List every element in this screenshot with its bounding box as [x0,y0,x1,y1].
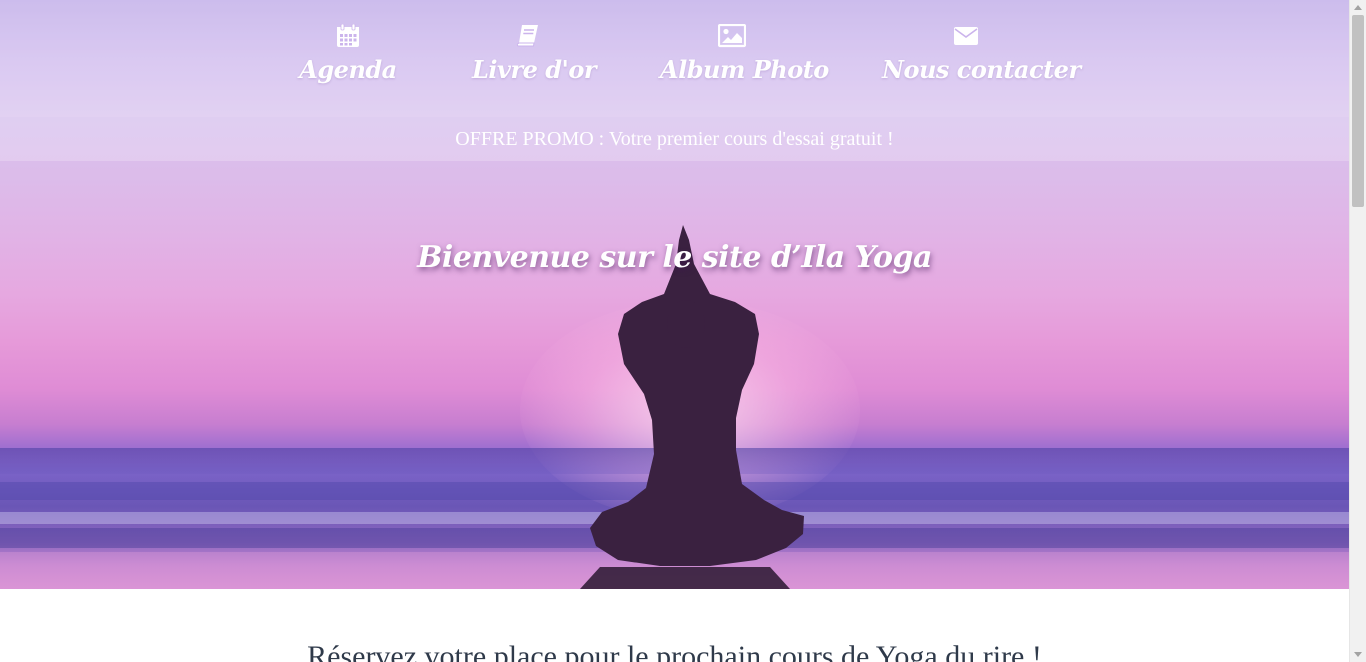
nav-item-label: Agenda [299,55,397,84]
nav-item-nous-contacter[interactable]: Nous contacter [882,24,1081,86]
nav-item-label: Album Photo [660,55,829,84]
scrollbar-thumb[interactable] [1352,15,1364,207]
hero-title: Bienvenue sur le site d’Ila Yoga [417,240,932,275]
main-nav: Agenda Livre d'or Album Photo Nous conta… [0,0,1349,117]
image-icon [660,24,804,52]
scroll-down-icon[interactable] [1354,652,1362,657]
promo-banner[interactable]: OFFRE PROMO : Votre premier cours d'essa… [0,117,1349,161]
page: Agenda Livre d'or Album Photo Nous conta… [0,0,1349,662]
envelope-icon [882,24,1050,52]
nav-item-album-photo[interactable]: Album Photo [660,24,829,86]
yoga-silhouette-icon [580,225,804,589]
nav-item-livre-dor[interactable]: Livre d'or [472,24,597,86]
nav-item-agenda[interactable]: Agenda [296,24,400,86]
section-heading: Réservez votre place pour le prochain co… [307,640,1042,662]
nav-item-label: Nous contacter [882,55,1081,84]
scroll-up-icon[interactable] [1354,5,1362,10]
nav-item-label: Livre d'or [472,55,597,84]
page-scrollbar[interactable] [1349,0,1366,662]
promo-text: OFFRE PROMO : Votre premier cours d'essa… [455,128,894,150]
calendar-icon [296,24,400,52]
book-icon [472,24,584,52]
